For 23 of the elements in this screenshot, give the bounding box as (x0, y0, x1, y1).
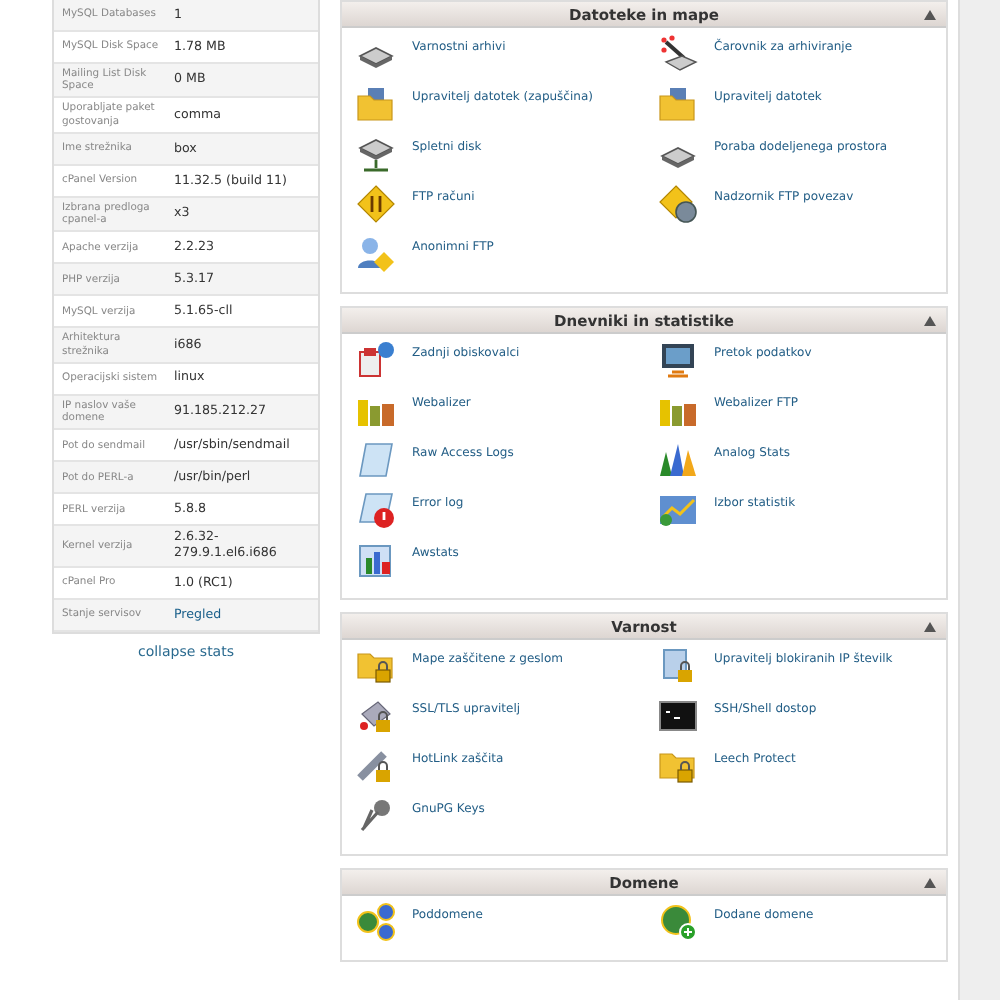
folder-icon (356, 84, 396, 124)
wand-drive-icon (658, 34, 698, 74)
collapse-icon[interactable] (924, 622, 936, 632)
ftp-gear-icon (658, 184, 698, 224)
statistics-icon (658, 490, 698, 530)
www-globe-plus-icon (658, 902, 698, 942)
terminal-icon (658, 696, 698, 736)
collapse-icon[interactable] (924, 10, 936, 20)
collapse-icon[interactable] (924, 316, 936, 326)
www-globes-icon (356, 902, 396, 942)
locked-document-icon (658, 646, 698, 686)
locked-chain-icon (356, 746, 396, 786)
locked-certificate-icon (356, 696, 396, 736)
visitors-icon (356, 340, 396, 380)
collapse-icon[interactable] (924, 878, 936, 888)
document-icon (356, 440, 396, 480)
colored-bars-icon (658, 440, 698, 480)
folder-icon (658, 84, 698, 124)
monitor-icon (658, 340, 698, 380)
error-log-icon (356, 490, 396, 530)
keys-icon (356, 796, 396, 836)
chart-cube-icon (356, 540, 396, 580)
network-drive-icon (356, 134, 396, 174)
